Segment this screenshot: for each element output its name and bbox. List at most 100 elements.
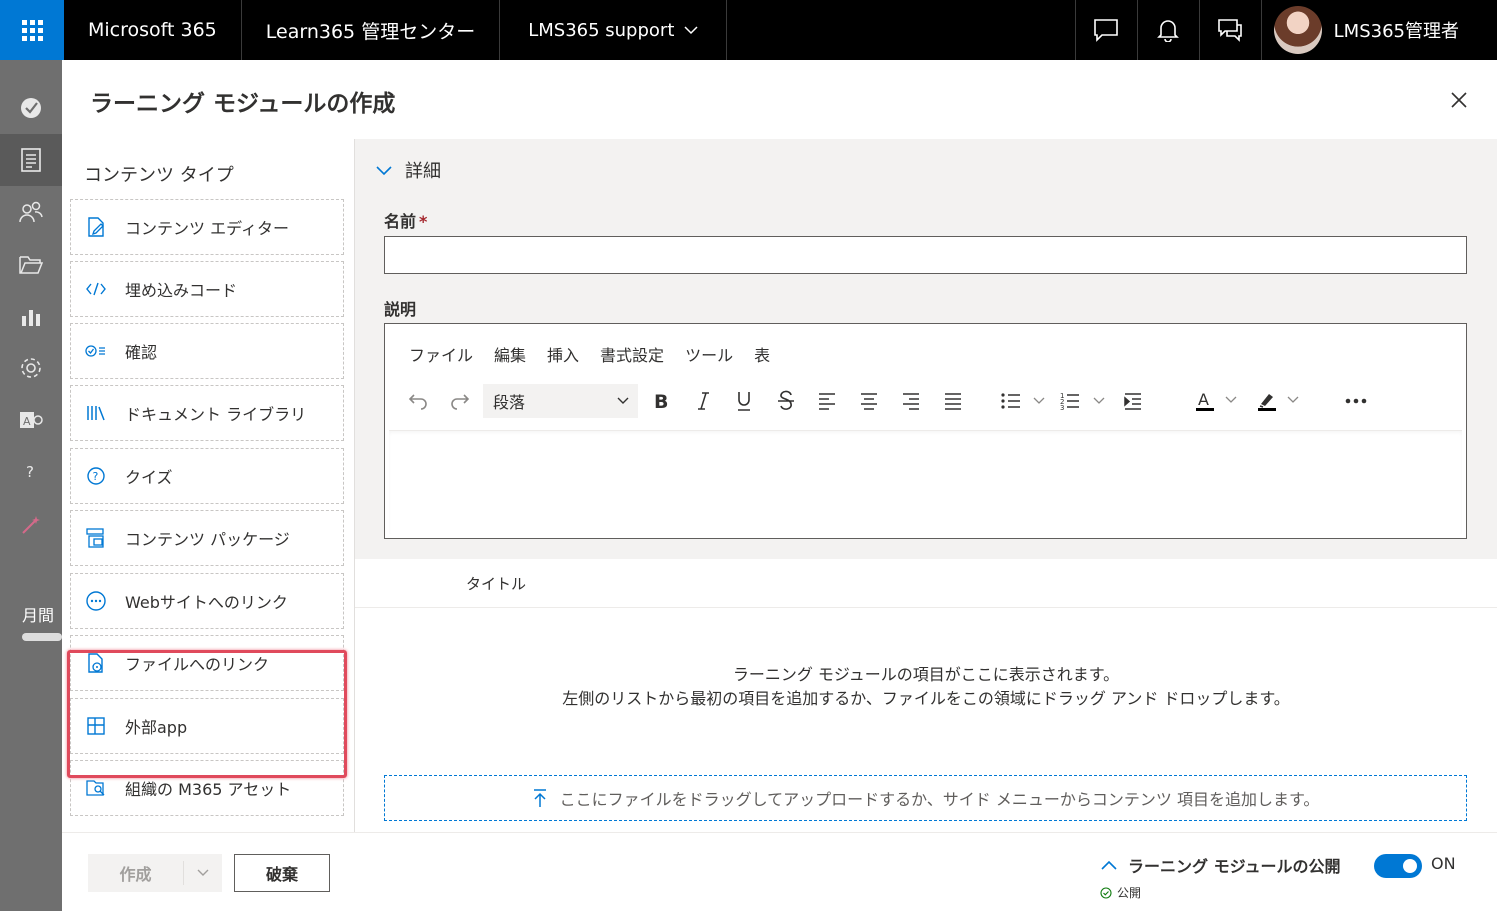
publish-label: ラーニング モジュールの公開 xyxy=(1128,857,1341,876)
content-type-document-library[interactable]: ドキュメント ライブラリ xyxy=(70,385,344,441)
menu-tools[interactable]: ツール xyxy=(685,342,733,366)
paragraph-select[interactable]: 段落 xyxy=(483,384,638,418)
bullet-list-icon xyxy=(1001,393,1045,409)
numbered-list-button[interactable]: 123 xyxy=(1059,384,1109,418)
content-type-content-package[interactable]: コンテンツ パッケージ xyxy=(70,510,344,566)
content-type-quiz[interactable]: ? クイズ xyxy=(70,448,344,504)
code-icon xyxy=(86,282,106,296)
rail-item-reports[interactable] xyxy=(0,290,62,342)
menu-format[interactable]: 書式設定 xyxy=(600,342,664,366)
content-types-pane: コンテンツ タイプ コンテンツ エディター 埋め込みコード 確認 ドキュメント … xyxy=(62,139,355,832)
content-type-label: コンテンツ パッケージ xyxy=(125,530,290,549)
chevron-up-icon xyxy=(1101,860,1117,870)
align-left-button[interactable] xyxy=(813,384,841,418)
close-icon xyxy=(1451,92,1467,108)
create-dropdown[interactable] xyxy=(184,868,222,878)
wand-icon xyxy=(22,516,40,534)
more-button[interactable] xyxy=(1341,384,1371,418)
chevron-down-icon xyxy=(376,166,392,176)
rail-item-help[interactable]: ? xyxy=(0,446,62,498)
content-type-content-editor[interactable]: コンテンツ エディター xyxy=(70,199,344,255)
avatar xyxy=(1273,6,1322,54)
name-input[interactable] xyxy=(384,236,1467,274)
svg-text:3: 3 xyxy=(1060,404,1064,411)
italic-button[interactable] xyxy=(689,384,717,418)
app-launcher-button[interactable] xyxy=(0,0,64,60)
svg-text:A: A xyxy=(23,415,31,428)
editor-body[interactable] xyxy=(389,430,1462,534)
feedback-icon xyxy=(1218,19,1242,42)
left-rail: A ? 月間 xyxy=(0,60,62,911)
notifications-button[interactable] xyxy=(1136,0,1199,60)
column-title[interactable]: タイトル xyxy=(466,573,526,594)
publish-toggle[interactable] xyxy=(1374,854,1422,878)
discard-button[interactable]: 破棄 xyxy=(234,854,330,892)
menu-insert[interactable]: 挿入 xyxy=(547,342,579,366)
site-selector[interactable]: LMS365 support xyxy=(500,0,728,60)
rail-item-users[interactable] xyxy=(0,186,62,238)
menu-file[interactable]: ファイル xyxy=(409,342,473,366)
details-heading: 詳細 xyxy=(405,161,441,182)
rail-item-exam[interactable]: A xyxy=(0,394,62,446)
app-name-link[interactable]: Learn365 管理センター xyxy=(242,0,501,60)
content-type-label: 埋め込みコード xyxy=(125,281,238,300)
file-drop-zone[interactable]: ここにファイルをドラッグしてアップロードするか、サイド メニューからコンテンツ … xyxy=(384,775,1467,821)
content-type-label: クイズ xyxy=(125,468,173,487)
menu-table[interactable]: 表 xyxy=(754,342,770,366)
rail-item-wand[interactable] xyxy=(0,498,62,550)
rail-item-files[interactable] xyxy=(0,238,62,290)
feedback-button[interactable] xyxy=(1198,0,1261,60)
content-type-confirmation[interactable]: 確認 xyxy=(70,323,344,379)
align-right-button[interactable] xyxy=(897,384,925,418)
gear-icon xyxy=(21,358,41,378)
align-center-button[interactable] xyxy=(855,384,883,418)
rail-item-modules[interactable] xyxy=(0,134,62,186)
strikethrough-button[interactable] xyxy=(772,384,800,418)
checklist-icon xyxy=(85,345,105,357)
description-label: 説明 xyxy=(384,300,417,319)
publish-status-text: 公開 xyxy=(1117,886,1142,900)
details-toggle[interactable]: 詳細 xyxy=(375,157,441,183)
panel-title: ラーニング モジュールの作成 xyxy=(90,91,396,117)
chat-button[interactable] xyxy=(1074,0,1137,60)
publish-toggle-header[interactable]: ラーニング モジュールの公開 xyxy=(1100,853,1340,877)
brand-link[interactable]: Microsoft 365 xyxy=(64,0,242,60)
document-icon xyxy=(21,148,41,172)
strikethrough-icon xyxy=(778,390,794,410)
chevron-down-icon xyxy=(197,869,209,876)
name-label: 名前 * xyxy=(384,212,428,231)
undo-button[interactable] xyxy=(403,384,433,418)
bullet-list-button[interactable] xyxy=(999,384,1049,418)
svg-text:?: ? xyxy=(26,463,34,481)
indent-button[interactable] xyxy=(1119,384,1147,418)
create-button[interactable]: 作成 xyxy=(88,854,222,892)
chat-icon xyxy=(1094,19,1118,42)
edit-document-icon xyxy=(88,217,104,237)
rail-item-home[interactable] xyxy=(0,82,62,134)
content-type-embed-code[interactable]: 埋め込みコード xyxy=(70,261,344,317)
justify-button[interactable] xyxy=(939,384,967,418)
redo-button[interactable] xyxy=(445,384,475,418)
module-items-area: タイトル ラーニング モジュールの項目がここに表示されます。 左側のリストから最… xyxy=(355,559,1497,832)
align-center-icon xyxy=(861,393,877,410)
dropzone-text: ここにファイルをドラッグしてアップロードするか、サイド メニューからコンテンツ … xyxy=(559,790,1320,809)
content-type-web-link[interactable]: Webサイトへのリンク xyxy=(70,573,344,629)
menu-edit[interactable]: 編集 xyxy=(494,342,526,366)
highlight-color-button[interactable] xyxy=(1255,384,1305,418)
bold-button[interactable]: B xyxy=(647,384,675,418)
font-color-button[interactable]: A xyxy=(1193,384,1243,418)
panel-footer: 作成 破棄 ラーニング モジュールの公開 公開 ON xyxy=(62,832,1497,911)
underline-button[interactable] xyxy=(730,384,758,418)
description-editor: ファイル 編集 挿入 書式設定 ツール 表 段落 B 1 2 3 A xyxy=(384,323,1467,539)
paragraph-select-value: 段落 xyxy=(493,393,526,412)
top-bar: Microsoft 365 Learn365 管理センター LMS365 sup… xyxy=(0,0,1497,60)
user-menu[interactable]: LMS365管理者 xyxy=(1260,0,1497,60)
svg-text:A: A xyxy=(1198,390,1209,409)
rail-item-settings[interactable] xyxy=(0,342,62,394)
numbered-list-icon: 123 xyxy=(1060,392,1105,411)
details-pane: 詳細 名前 * 説明 ファイル 編集 挿入 書式設定 ツール 表 段落 B 1 … xyxy=(355,139,1497,832)
close-button[interactable] xyxy=(1447,88,1471,112)
user-name: LMS365管理者 xyxy=(1333,21,1459,42)
redo-icon xyxy=(451,394,470,410)
empty-message: ラーニング モジュールの項目がここに表示されます。 左側のリストから最初の項目を… xyxy=(355,663,1497,711)
